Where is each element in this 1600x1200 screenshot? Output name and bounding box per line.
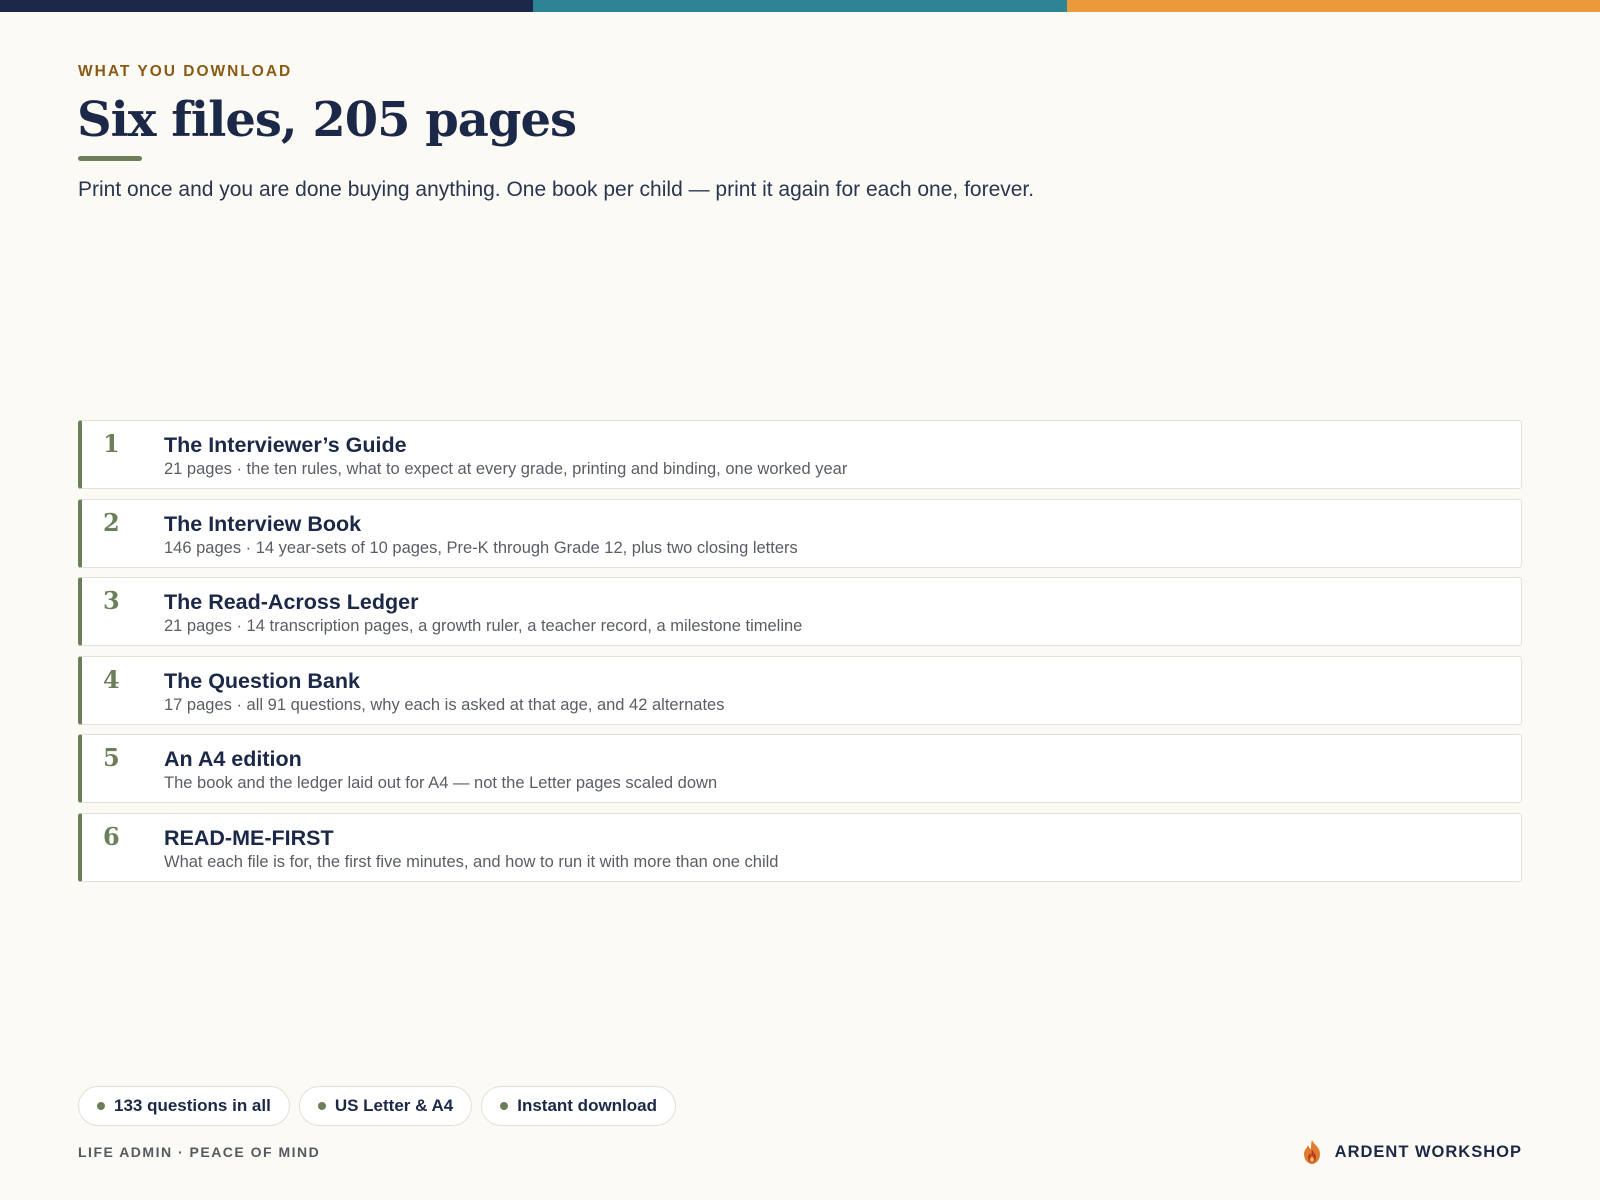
file-title: An A4 edition: [164, 747, 302, 771]
feature-chips: 133 questions in all US Letter & A4 Inst…: [78, 1086, 677, 1126]
file-description: 17 pages · all 91 questions, why each is…: [164, 695, 725, 714]
file-title: READ-ME-FIRST: [164, 825, 334, 850]
chip-label: 133 questions in all: [114, 1096, 271, 1115]
file-number: 4: [103, 664, 120, 694]
page-title: Six files, 205 pages: [77, 92, 577, 148]
file-item: 5 An A4 edition The book and the ledger …: [78, 734, 1522, 803]
accent-teal: [533, 0, 1067, 12]
bullet-dot-icon: [317, 1102, 326, 1110]
feature-chip: Instant download: [481, 1086, 677, 1126]
file-number: 3: [103, 586, 120, 615]
top-accent-bar: [0, 0, 1600, 12]
file-number: 1: [103, 429, 120, 458]
file-list: 1 The Interviewer’s Guide 21 pages · the…: [78, 420, 1522, 891]
brand-name: ARDENT WORKSHOP: [1334, 1142, 1522, 1161]
chip-label: US Letter & A4: [334, 1096, 454, 1115]
section-eyebrow: WHAT YOU DOWNLOAD: [78, 63, 293, 80]
file-description: 146 pages · 14 year-sets of 10 pages, Pr…: [164, 538, 798, 557]
file-number: 2: [103, 507, 120, 537]
file-title: The Read-Across Ledger: [164, 590, 419, 614]
title-underline: [78, 156, 142, 161]
accent-navy: [0, 0, 534, 12]
chip-label: Instant download: [517, 1096, 658, 1115]
accent-orange: [1066, 0, 1600, 12]
page-subtitle: Print once and you are done buying anyth…: [78, 178, 1035, 201]
feature-chip: 133 questions in all: [78, 1086, 290, 1126]
file-description: 21 pages · the ten rules, what to expect…: [164, 460, 848, 478]
file-number: 5: [103, 743, 120, 772]
file-description: What each file is for, the first five mi…: [164, 852, 779, 871]
footer-tagline: LIFE ADMIN · PEACE OF MIND: [78, 1144, 321, 1160]
file-title: The Question Bank: [164, 668, 360, 693]
file-item: 6 READ-ME-FIRST What each file is for, t…: [78, 812, 1522, 882]
file-item: 3 The Read-Across Ledger 21 pages · 14 t…: [78, 577, 1522, 646]
flame-icon: [1303, 1140, 1320, 1164]
file-title: The Interview Book: [164, 511, 362, 536]
file-description: The book and the ledger laid out for A4 …: [164, 774, 718, 792]
feature-chip: US Letter & A4: [298, 1086, 473, 1126]
file-title: The Interviewer’s Guide: [164, 433, 407, 457]
bullet-dot-icon: [97, 1102, 105, 1110]
file-item: 1 The Interviewer’s Guide 21 pages · the…: [78, 420, 1522, 489]
file-item: 4 The Question Bank 17 pages · all 91 qu…: [78, 655, 1522, 725]
file-number: 6: [103, 821, 120, 851]
file-description: 21 pages · 14 transcription pages, a gro…: [164, 617, 803, 635]
bullet-dot-icon: [500, 1102, 509, 1110]
brand: ARDENT WORKSHOP: [1301, 1139, 1522, 1165]
file-item: 2 The Interview Book 146 pages · 14 year…: [78, 498, 1522, 568]
